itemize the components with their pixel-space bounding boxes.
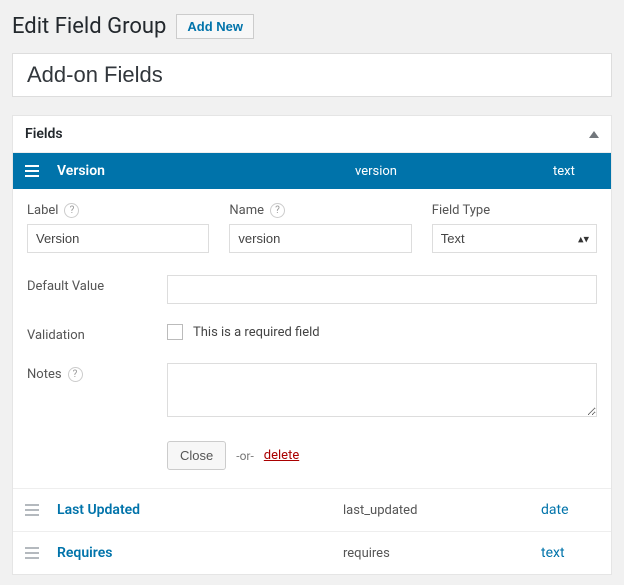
panel-title: Fields [25, 126, 63, 142]
notes-textarea[interactable] [167, 363, 597, 417]
fields-panel: Fields Version version text Label ? Name… [12, 115, 612, 575]
delete-link[interactable]: delete [264, 448, 299, 463]
add-new-button[interactable]: Add New [176, 14, 254, 39]
active-field-header[interactable]: Version version text [13, 153, 611, 189]
field-header-type: text [553, 164, 599, 179]
drag-handle-icon[interactable] [25, 504, 39, 516]
group-title-input[interactable] [12, 53, 612, 97]
editor-actions: Close -or- delete [167, 441, 597, 482]
required-checkbox[interactable] [167, 324, 183, 340]
help-icon[interactable]: ? [64, 203, 79, 218]
table-row[interactable]: Last Updated last_updated date [13, 488, 611, 531]
field-label-link[interactable]: Last Updated [57, 502, 140, 518]
field-type-select[interactable]: Text [432, 224, 597, 253]
drag-handle-icon[interactable] [25, 165, 39, 177]
label-label: Label ? [27, 203, 209, 218]
default-value-input[interactable] [167, 275, 597, 304]
validation-label: Validation [27, 324, 167, 343]
panel-header[interactable]: Fields [13, 116, 611, 153]
drag-handle-icon[interactable] [25, 547, 39, 559]
label-column: Label ? [27, 203, 209, 253]
close-button[interactable]: Close [167, 441, 226, 470]
name-column: Name ? [229, 203, 411, 253]
group-title-wrap [12, 53, 612, 97]
label-input[interactable] [27, 224, 209, 253]
name-label: Name ? [229, 203, 411, 218]
or-text: -or- [236, 449, 254, 463]
field-editor: Label ? Name ? Field Type Text [13, 189, 611, 488]
field-header-name: version [355, 164, 535, 179]
validation-checkbox-wrap: This is a required field [167, 324, 597, 340]
field-header-label: Version [57, 163, 337, 179]
collapse-up-icon[interactable] [589, 131, 599, 138]
field-label-link[interactable]: Requires [57, 545, 112, 561]
help-icon[interactable]: ? [68, 367, 83, 382]
name-input[interactable] [229, 224, 411, 253]
table-row[interactable]: Requires requires text [13, 531, 611, 574]
page-title: Edit Field Group [12, 14, 166, 39]
field-name-text: last_updated [343, 503, 523, 518]
type-label: Field Type [432, 203, 597, 218]
field-type-link[interactable]: date [541, 502, 569, 518]
validation-text: This is a required field [193, 325, 320, 340]
help-icon[interactable]: ? [270, 203, 285, 218]
field-type-link[interactable]: text [541, 545, 565, 561]
type-column: Field Type Text ▴▾ [432, 203, 597, 253]
default-value-label: Default Value [27, 275, 167, 294]
field-name-text: requires [343, 546, 523, 561]
page-header: Edit Field Group Add New [12, 10, 612, 39]
notes-label: Notes ? [27, 363, 167, 382]
